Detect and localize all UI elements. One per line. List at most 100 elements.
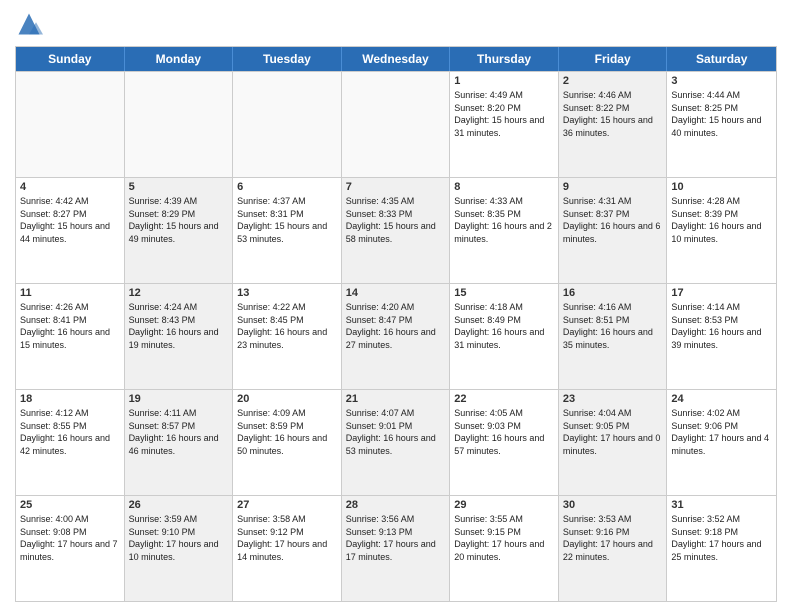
calendar-cell-3-5: 23Sunrise: 4:04 AM Sunset: 9:05 PM Dayli… [559,390,668,495]
calendar: SundayMondayTuesdayWednesdayThursdayFrid… [15,46,777,602]
day-number: 10 [671,181,772,193]
day-number: 21 [346,393,446,405]
day-info: Sunrise: 4:37 AM Sunset: 8:31 PM Dayligh… [237,195,337,245]
day-info: Sunrise: 3:52 AM Sunset: 9:18 PM Dayligh… [671,513,772,563]
calendar-cell-2-6: 17 Sunrise: 4:14 AM Sunset: 8:53 PM Dayli… [667,284,776,389]
calendar-cell-4-1: 26 Sunrise: 3:59 AM Sunset: 9:10 PM Dayli… [125,496,234,601]
day-info: Sunrise: 4:22 AM Sunset: 8:45 PM Dayligh… [237,301,337,351]
day-info: Sunrise: 3:59 AM Sunset: 9:10 PM Dayligh… [129,513,229,563]
calendar-cell-2-4: 15 Sunrise: 4:18 AM Sunset: 8:49 PM Dayli… [450,284,559,389]
day-info: Sunrise: 4:18 AM Sunset: 8:49 PM Dayligh… [454,301,554,351]
day-number: 11 [20,287,120,299]
day-number: 24 [671,393,772,405]
day-number: 13 [237,287,337,299]
calendar-cell-4-6: 31 Sunrise: 3:52 AM Sunset: 9:18 PM Dayli… [667,496,776,601]
day-number: 27 [237,499,337,511]
day-number: 31 [671,499,772,511]
calendar-cell-1-4: 8 Sunrise: 4:33 AM Sunset: 8:35 PM Daylig… [450,178,559,283]
day-info: Sunrise: 3:58 AM Sunset: 9:12 PM Dayligh… [237,513,337,563]
calendar-cell-4-5: 30 Sunrise: 3:53 AM Sunset: 9:16 PM Dayli… [559,496,668,601]
calendar-row-4: 25 Sunrise: 4:00 AM Sunset: 9:08 PM Dayli… [16,495,776,601]
calendar-cell-2-1: 12 Sunrise: 4:24 AM Sunset: 8:43 PM Dayli… [125,284,234,389]
weekday-header-friday: Friday [559,47,668,71]
calendar-cell-4-4: 29Sunrise: 3:55 AM Sunset: 9:15 PM Dayli… [450,496,559,601]
day-info: Sunrise: 4:28 AM Sunset: 8:39 PM Dayligh… [671,195,772,245]
day-number: 15 [454,287,554,299]
calendar-cell-1-2: 6 Sunrise: 4:37 AM Sunset: 8:31 PM Daylig… [233,178,342,283]
calendar-row-2: 11 Sunrise: 4:26 AM Sunset: 8:41 PM Dayli… [16,283,776,389]
day-number: 16 [563,287,663,299]
day-number: 2 [563,75,663,87]
day-number: 22 [454,393,554,405]
calendar-cell-4-2: 27 Sunrise: 3:58 AM Sunset: 9:12 PM Dayli… [233,496,342,601]
weekday-header-saturday: Saturday [667,47,776,71]
day-info: Sunrise: 4:26 AM Sunset: 8:41 PM Dayligh… [20,301,120,351]
calendar-cell-3-2: 20 Sunrise: 4:09 AM Sunset: 8:59 PM Dayli… [233,390,342,495]
day-info: Sunrise: 4:35 AM Sunset: 8:33 PM Dayligh… [346,195,446,245]
calendar-cell-2-0: 11 Sunrise: 4:26 AM Sunset: 8:41 PM Dayli… [16,284,125,389]
day-info: Sunrise: 4:16 AM Sunset: 8:51 PM Dayligh… [563,301,663,351]
calendar-cell-1-1: 5 Sunrise: 4:39 AM Sunset: 8:29 PM Daylig… [125,178,234,283]
calendar-row-3: 18Sunrise: 4:12 AM Sunset: 8:55 PM Dayli… [16,389,776,495]
calendar-cell-3-1: 19Sunrise: 4:11 AM Sunset: 8:57 PM Dayli… [125,390,234,495]
day-number: 5 [129,181,229,193]
day-number: 12 [129,287,229,299]
logo-icon [15,10,43,38]
calendar-cell-2-2: 13 Sunrise: 4:22 AM Sunset: 8:45 PM Dayli… [233,284,342,389]
day-number: 17 [671,287,772,299]
day-info: Sunrise: 4:44 AM Sunset: 8:25 PM Dayligh… [671,89,772,139]
day-info: Sunrise: 4:31 AM Sunset: 8:37 PM Dayligh… [563,195,663,245]
header [15,10,777,38]
day-info: Sunrise: 4:49 AM Sunset: 8:20 PM Dayligh… [454,89,554,139]
day-number: 4 [20,181,120,193]
day-info: Sunrise: 4:33 AM Sunset: 8:35 PM Dayligh… [454,195,554,245]
calendar-cell-4-0: 25 Sunrise: 4:00 AM Sunset: 9:08 PM Dayli… [16,496,125,601]
weekday-header-wednesday: Wednesday [342,47,451,71]
day-number: 18 [20,393,120,405]
day-number: 9 [563,181,663,193]
calendar-cell-0-4: 1 Sunrise: 4:49 AM Sunset: 8:20 PM Daylig… [450,72,559,177]
calendar-cell-0-5: 2 Sunrise: 4:46 AM Sunset: 8:22 PM Daylig… [559,72,668,177]
calendar-cell-1-0: 4Sunrise: 4:42 AM Sunset: 8:27 PM Daylig… [16,178,125,283]
calendar-row-1: 4Sunrise: 4:42 AM Sunset: 8:27 PM Daylig… [16,177,776,283]
calendar-row-0: 1 Sunrise: 4:49 AM Sunset: 8:20 PM Daylig… [16,71,776,177]
day-info: Sunrise: 4:00 AM Sunset: 9:08 PM Dayligh… [20,513,120,563]
calendar-cell-1-3: 7 Sunrise: 4:35 AM Sunset: 8:33 PM Daylig… [342,178,451,283]
weekday-header-monday: Monday [125,47,234,71]
day-info: Sunrise: 4:05 AM Sunset: 9:03 PM Dayligh… [454,407,554,457]
calendar-cell-2-3: 14 Sunrise: 4:20 AM Sunset: 8:47 PM Dayli… [342,284,451,389]
day-info: Sunrise: 4:14 AM Sunset: 8:53 PM Dayligh… [671,301,772,351]
calendar-cell-0-3 [342,72,451,177]
day-number: 6 [237,181,337,193]
day-number: 8 [454,181,554,193]
day-info: Sunrise: 4:20 AM Sunset: 8:47 PM Dayligh… [346,301,446,351]
calendar-body: 1 Sunrise: 4:49 AM Sunset: 8:20 PM Daylig… [16,71,776,601]
day-info: Sunrise: 3:56 AM Sunset: 9:13 PM Dayligh… [346,513,446,563]
day-number: 30 [563,499,663,511]
day-number: 14 [346,287,446,299]
day-number: 25 [20,499,120,511]
day-number: 20 [237,393,337,405]
day-info: Sunrise: 4:24 AM Sunset: 8:43 PM Dayligh… [129,301,229,351]
day-info: Sunrise: 4:07 AM Sunset: 9:01 PM Dayligh… [346,407,446,457]
weekday-header-sunday: Sunday [16,47,125,71]
calendar-cell-3-4: 22 Sunrise: 4:05 AM Sunset: 9:03 PM Dayli… [450,390,559,495]
day-info: Sunrise: 4:46 AM Sunset: 8:22 PM Dayligh… [563,89,663,139]
calendar-cell-0-0 [16,72,125,177]
calendar-cell-3-0: 18Sunrise: 4:12 AM Sunset: 8:55 PM Dayli… [16,390,125,495]
calendar-cell-3-3: 21 Sunrise: 4:07 AM Sunset: 9:01 PM Dayli… [342,390,451,495]
day-info: Sunrise: 4:04 AM Sunset: 9:05 PM Dayligh… [563,407,663,457]
calendar-cell-0-6: 3Sunrise: 4:44 AM Sunset: 8:25 PM Daylig… [667,72,776,177]
day-info: Sunrise: 4:11 AM Sunset: 8:57 PM Dayligh… [129,407,229,457]
day-info: Sunrise: 4:09 AM Sunset: 8:59 PM Dayligh… [237,407,337,457]
weekday-header-tuesday: Tuesday [233,47,342,71]
day-info: Sunrise: 3:53 AM Sunset: 9:16 PM Dayligh… [563,513,663,563]
day-number: 28 [346,499,446,511]
day-number: 29 [454,499,554,511]
day-number: 7 [346,181,446,193]
weekday-header-thursday: Thursday [450,47,559,71]
day-info: Sunrise: 4:39 AM Sunset: 8:29 PM Dayligh… [129,195,229,245]
calendar-cell-3-6: 24Sunrise: 4:02 AM Sunset: 9:06 PM Dayli… [667,390,776,495]
day-number: 26 [129,499,229,511]
day-number: 1 [454,75,554,87]
